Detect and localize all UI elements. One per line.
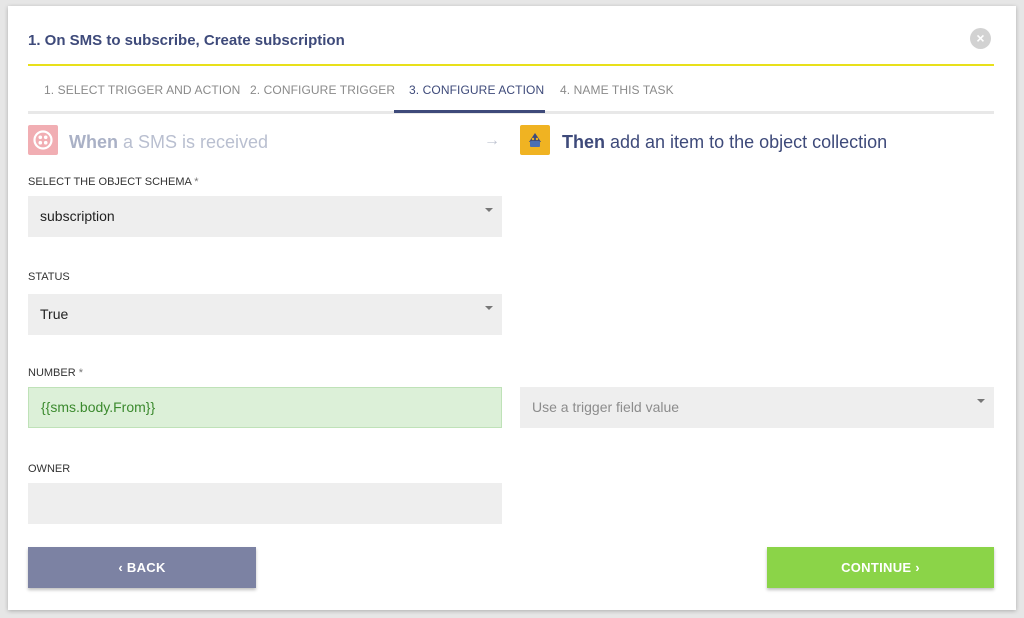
number-input[interactable]: {{sms.body.From}} — [28, 387, 502, 428]
action-keyword: Then — [562, 132, 605, 152]
status-select[interactable]: True — [28, 294, 502, 335]
dialog-title: 1. On SMS to subscribe, Create subscript… — [28, 32, 345, 49]
trigger-text: a SMS is received — [118, 132, 269, 152]
required-marker: * — [78, 367, 84, 379]
wizard-tabs: 1. SELECT TRIGGER AND ACTION 2. CONFIGUR… — [28, 66, 994, 114]
owner-input[interactable] — [28, 483, 502, 524]
tab-name-this-task[interactable]: 4. NAME THIS TASK — [560, 83, 674, 97]
tab-configure-action[interactable]: 3. CONFIGURE ACTION — [409, 83, 544, 97]
number-label-text: NUMBER — [28, 367, 76, 379]
status-label: STATUS — [28, 271, 70, 283]
twilio-icon — [28, 125, 58, 155]
continue-button[interactable]: CONTINUE › — [767, 547, 994, 588]
owner-label: OWNER — [28, 463, 71, 475]
tab-select-trigger-and-action[interactable]: 1. SELECT TRIGGER AND ACTION — [44, 83, 240, 97]
object-collection-icon — [520, 125, 550, 155]
task-dialog: 1. On SMS to subscribe, Create subscript… — [8, 6, 1016, 610]
required-marker: * — [194, 176, 199, 188]
number-label: NUMBER * — [28, 367, 83, 379]
trigger-field-select[interactable]: Use a trigger field value — [520, 387, 994, 428]
schema-label: SELECT THE OBJECT SCHEMA * — [28, 176, 199, 188]
action-description: Then add an item to the object collectio… — [562, 132, 887, 153]
schema-label-text: SELECT THE OBJECT SCHEMA — [28, 176, 192, 188]
trigger-action-summary: When a SMS is received → Then add an ite… — [28, 123, 994, 157]
back-button[interactable]: ‹ BACK — [28, 547, 256, 588]
trigger-keyword: When — [69, 132, 118, 152]
arrow-right-icon: → — [484, 132, 500, 149]
close-icon[interactable]: × — [970, 28, 991, 49]
tab-configure-trigger[interactable]: 2. CONFIGURE TRIGGER — [250, 83, 395, 97]
action-text: add an item to the object collection — [605, 132, 888, 152]
schema-select[interactable]: subscription — [28, 196, 502, 237]
trigger-description: When a SMS is received — [69, 132, 268, 153]
active-tab-indicator — [394, 110, 545, 113]
